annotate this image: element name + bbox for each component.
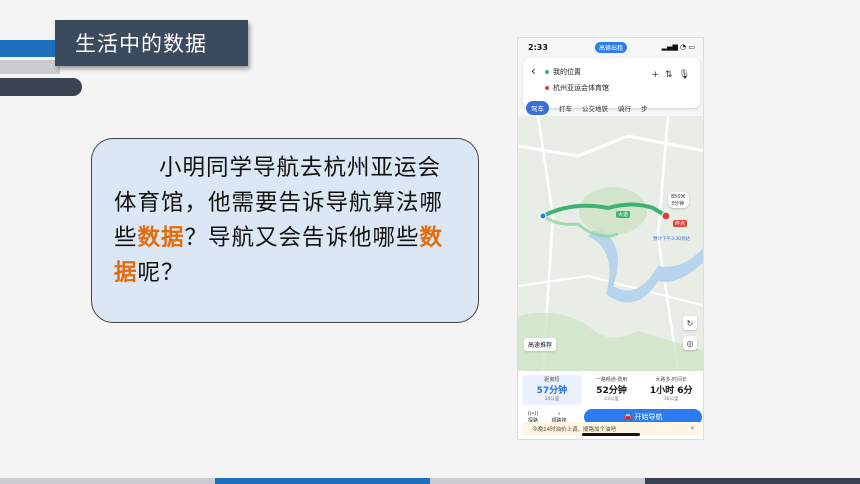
tab-cycling[interactable]: 骑行: [618, 103, 631, 113]
destination-label: 杭州亚运会体育馆: [553, 84, 609, 92]
route-tag: 大路多·时间长: [655, 377, 687, 383]
tab-transit[interactable]: 公交地铁: [582, 103, 608, 113]
slide-title: 生活中的数据: [55, 20, 248, 66]
route-time: 57分钟: [536, 386, 568, 396]
tab-driving[interactable]: 驾车: [526, 101, 549, 115]
bottom-bar-segment: [430, 478, 645, 484]
microphone-icon[interactable]: 🎙: [679, 70, 690, 80]
back-arrow-icon[interactable]: ‹: [531, 64, 536, 78]
tab-taxi[interactable]: 打车: [559, 103, 572, 113]
question-callout: 小明同学导航去杭州亚运会体育馆，他需要告诉导航算法哪些数据？导航又会告诉他哪些数…: [91, 138, 479, 323]
route-preference-dropdown[interactable]: 高速推荐: [524, 338, 557, 351]
start-navigation-label: 开始导航: [634, 413, 663, 421]
origin-dot-icon: [545, 70, 549, 74]
route-tag: 一路畅通·费用: [595, 377, 628, 383]
eta-time: 3分钟: [671, 201, 685, 207]
tab-walking[interactable]: 步: [641, 103, 648, 113]
question-highlight-1: 数据: [137, 225, 185, 251]
swap-icon[interactable]: ⇅: [665, 70, 673, 80]
bottom-bar-segment: [645, 478, 860, 484]
origin-field[interactable]: 我的位置: [545, 67, 581, 77]
add-stop-icon[interactable]: +: [651, 70, 659, 80]
route-actions: + ⇅ 🎙: [651, 70, 690, 80]
route-distance: 43公里: [604, 397, 619, 402]
notice-text: 今晚24时油价上调，顺路加个油吧: [532, 427, 616, 433]
decor-gray-bar: [0, 60, 60, 74]
route-distance: 34公里: [544, 397, 560, 402]
status-app-badge: 高德出租: [595, 42, 628, 53]
decor-blue-bar: [0, 40, 62, 57]
decor-dark-bar: [0, 78, 82, 96]
home-indicator[interactable]: [582, 433, 640, 436]
radar-icon: ((•)): [527, 410, 539, 417]
locate-icon[interactable]: ◎: [683, 336, 697, 350]
question-text-2: ？导航又会告诉他哪些: [184, 225, 420, 251]
navigation-app-screenshot: 2:33 高德出租 ▂▄▆ ◔ ▭ 850米 3分钟 大道 终点 预计下午3:30…: [517, 37, 704, 440]
arrival-estimate: 预计下午3:30到达: [653, 237, 691, 242]
route-option[interactable]: 一路畅通·费用 52分钟 43公里: [582, 375, 642, 405]
eta-badge: 850米 3分钟: [668, 192, 689, 208]
search-along-icon: ⌕: [557, 410, 561, 417]
route-tag: 距离短: [544, 377, 560, 383]
car-icon: 🚘: [623, 413, 635, 421]
destination-field[interactable]: 杭州亚运会体育馆: [545, 83, 609, 93]
question-text-3: 呢？: [137, 260, 185, 286]
status-bar: 2:33 高德出租 ▂▄▆ ◔ ▭: [518, 38, 703, 56]
map-graphic: [518, 115, 703, 372]
origin-label: 我的位置: [553, 68, 581, 76]
route-option[interactable]: 大路多·时间长 1小时 6分 36公里: [641, 375, 701, 405]
travel-mode-tabs: 驾车 打车 公交地铁 骑行 步: [526, 101, 701, 115]
bottom-bar-segment: [0, 478, 215, 484]
route-option[interactable]: 距离短 57分钟 34公里: [522, 375, 582, 405]
refresh-icon[interactable]: ↻: [683, 316, 697, 330]
bottom-decor-bar: [0, 478, 860, 484]
destination-dot-icon: [545, 86, 549, 90]
route-time: 52分钟: [596, 386, 627, 396]
bottom-bar-segment: [215, 478, 430, 484]
status-time: 2:33: [528, 43, 548, 52]
route-distance: 36公里: [663, 397, 679, 402]
destination-pin-label: 终点: [673, 220, 688, 227]
eta-distance: 850米: [671, 194, 686, 200]
route-options: 距离短 57分钟 34公里 一路畅通·费用 52分钟 43公里 大路多·时间长 …: [522, 375, 701, 405]
route-road-label: 大道: [616, 211, 631, 218]
signal-wifi-battery-icon: ▂▄▆ ◔ ▭: [661, 43, 695, 51]
route-time: 1小时 6分: [649, 386, 693, 396]
map-view[interactable]: 850米 3分钟 大道 终点 预计下午3:30到达: [518, 115, 703, 372]
close-icon[interactable]: ✕: [690, 425, 695, 432]
